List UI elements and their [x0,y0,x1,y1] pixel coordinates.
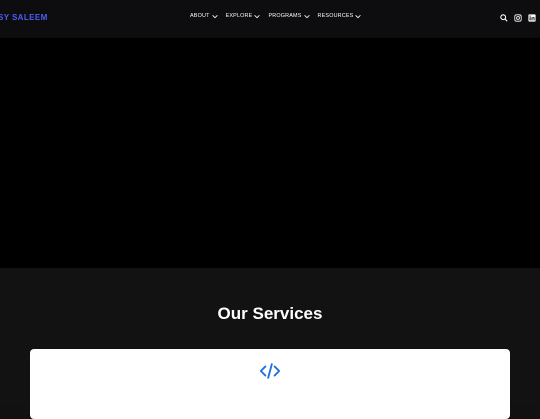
chevron-down-icon [303,14,310,18]
hero-section [0,38,540,268]
linkedin-icon[interactable] [528,14,536,22]
header-icons [500,14,536,22]
nav-item-about[interactable]: ABOUT [190,13,218,19]
nav-item-label: PROGRAMS [268,13,302,19]
chevron-down-icon [355,14,362,18]
nav-item-explore[interactable]: EXPLORE [226,13,261,19]
chevron-down-icon [254,14,261,18]
chevron-down-icon [211,14,218,18]
main-nav: ABOUT EXPLORE PROGRAMS RESOURCES [190,13,362,19]
nav-item-label: ABOUT [190,13,210,19]
nav-item-label: EXPLORE [225,13,253,19]
nav-item-programs[interactable]: PROGRAMS [268,13,310,19]
services-title: Our Services [217,304,323,323]
service-card[interactable] [30,349,510,419]
code-icon [259,363,281,379]
site-header: SY SALEEM ABOUT EXPLORE PROGRAMS RESOURC… [0,0,540,38]
search-icon[interactable] [500,14,508,22]
instagram-icon[interactable] [514,14,522,22]
nav-item-label: RESOURCES [317,13,354,19]
site-logo[interactable]: SY SALEEM [0,13,48,22]
nav-item-resources[interactable]: RESOURCES [318,13,362,19]
